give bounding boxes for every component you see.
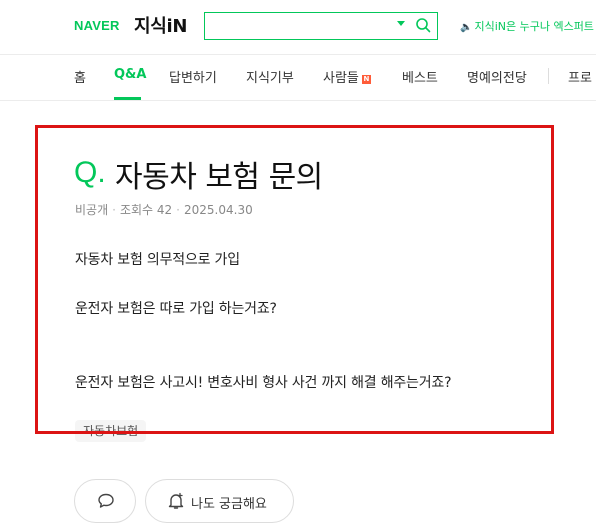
tab-best[interactable]: 베스트: [402, 67, 438, 86]
naver-logo[interactable]: NAVER: [74, 18, 120, 33]
notice-text[interactable]: 지식iN은 누구나 엑스퍼트: [474, 20, 593, 33]
curious-label: 나도 궁금해요: [191, 497, 267, 512]
new-badge: N: [361, 75, 371, 84]
tab-donate[interactable]: 지식기부: [246, 67, 294, 86]
search-icon[interactable]: [415, 17, 431, 33]
highlight-box: [35, 125, 554, 434]
tab-pro[interactable]: 프로: [568, 67, 592, 86]
curious-button[interactable]: 나도 궁금해요: [145, 479, 294, 523]
tab-hall-of-fame[interactable]: 명예의전당: [467, 67, 527, 86]
chevron-down-icon[interactable]: [397, 21, 405, 26]
tab-home[interactable]: 홈: [74, 67, 86, 86]
kin-logo[interactable]: 지식iN: [134, 12, 187, 38]
tab-qna[interactable]: Q&A: [114, 67, 146, 82]
notice-banner[interactable]: 🔈 지식iN은 누구나 엑스퍼트: [460, 18, 596, 34]
bell-plus-icon: [168, 492, 184, 509]
tab-people[interactable]: 사람들 N: [323, 67, 371, 86]
tab-people-label: 사람들: [323, 71, 359, 86]
tab-answer[interactable]: 답변하기: [169, 67, 217, 86]
nav-separator: [548, 68, 549, 84]
header: NAVER 지식iN 🔈 지식iN은 누구나 엑스퍼트: [0, 0, 596, 54]
nav-divider: [0, 100, 596, 101]
comment-button[interactable]: [74, 479, 136, 523]
main-nav: 홈 Q&A 답변하기 지식기부 사람들 N 베스트 명예의전당 프로: [0, 55, 596, 100]
comment-icon: [98, 493, 114, 508]
speaker-icon: 🔈: [460, 22, 473, 33]
search-input[interactable]: [204, 12, 438, 40]
